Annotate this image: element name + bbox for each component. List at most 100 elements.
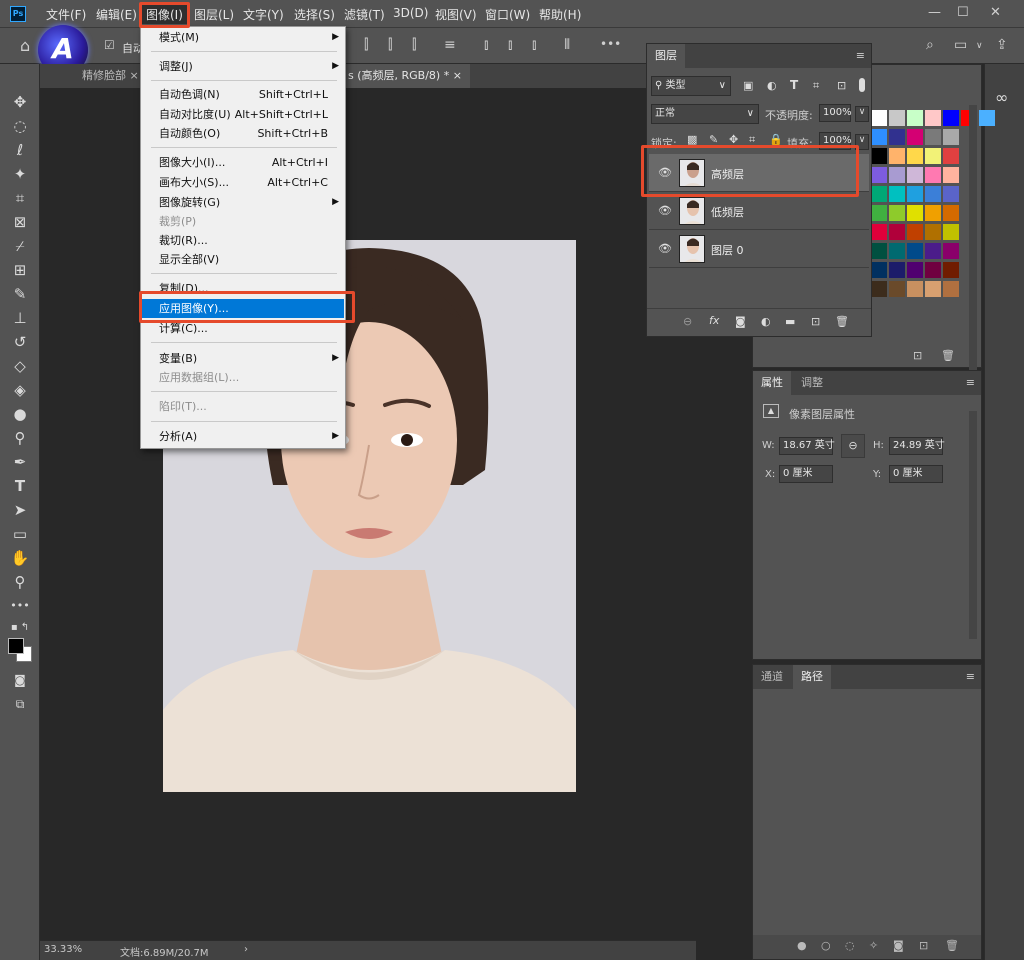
width-field[interactable]: 18.67 英寸 [779, 437, 835, 455]
color-swatch[interactable] [889, 129, 905, 145]
lasso-tool-icon[interactable]: ℓ [8, 140, 32, 160]
menu-item-reveal-all[interactable]: 显示全部(V) [142, 250, 344, 269]
color-swatch[interactable] [907, 281, 923, 297]
height-field[interactable]: 24.89 英寸 [889, 437, 945, 455]
hand-tool-icon[interactable]: ✋ [8, 548, 32, 568]
more-tools-icon[interactable]: ••• [8, 596, 32, 616]
home-icon[interactable]: ⌂ [20, 36, 30, 55]
tab-layers[interactable]: 图层 [647, 44, 685, 68]
color-swatch[interactable] [943, 186, 959, 202]
crop-tool-icon[interactable]: ⌗ [8, 188, 32, 208]
filter-shape-icon[interactable]: ⌗ [813, 79, 819, 93]
type-tool-icon[interactable]: T [8, 476, 32, 496]
eraser-tool-icon[interactable]: ◇ [8, 356, 32, 376]
history-brush-tool-icon[interactable]: ↺ [8, 332, 32, 352]
healing-brush-tool-icon[interactable]: ⊞ [8, 260, 32, 280]
blend-mode-select[interactable]: 正常 ∨ [651, 104, 759, 124]
color-swatch[interactable] [889, 110, 905, 126]
fx-icon[interactable]: fx [709, 314, 719, 327]
pen-tool-icon[interactable]: ✒ [8, 452, 32, 472]
layer-row-layer0[interactable]: 👁 图层 0 [649, 230, 869, 268]
layer-filter-select[interactable]: ⚲ 类型 ∨ [651, 76, 731, 96]
tab-adjustments[interactable]: 调整 [793, 371, 831, 395]
menu-item-image-rotation[interactable]: 图像旋转(G) ▶ [142, 193, 344, 212]
color-swatch[interactable] [925, 186, 941, 202]
color-swatch[interactable] [907, 224, 923, 240]
stamp-tool-icon[interactable]: ⊥ [8, 308, 32, 328]
color-swatch[interactable] [871, 281, 887, 297]
magic-wand-tool-icon[interactable]: ✦ [8, 164, 32, 184]
color-swatch[interactable] [871, 110, 887, 126]
filter-type-icon[interactable]: T [790, 78, 798, 92]
color-swatch[interactable] [871, 148, 887, 164]
menu-edit[interactable]: 编辑(E) [96, 6, 137, 23]
menu-item-variables[interactable]: 变量(B) ▶ [142, 349, 344, 368]
delete-path-icon[interactable]: 🗑 [945, 939, 959, 952]
layer-row-low-freq[interactable]: 👁 低频层 [649, 192, 869, 230]
filter-smart-object-icon[interactable]: ⊡ [837, 79, 846, 92]
path-selection-tool-icon[interactable]: ➤ [8, 500, 32, 520]
blur-tool-icon[interactable]: ● [8, 404, 32, 424]
x-field[interactable]: 0 厘米 [779, 465, 833, 483]
creative-cloud-icon[interactable]: ∞ [995, 88, 1008, 107]
brush-tool-icon[interactable]: ✎ [8, 284, 32, 304]
filter-adjustment-icon[interactable]: ◐ [767, 79, 777, 92]
menu-item-analysis[interactable]: 分析(A) ▶ [142, 427, 344, 446]
color-swatch[interactable] [871, 224, 887, 240]
color-swatch[interactable] [871, 129, 887, 145]
color-swatch[interactable] [925, 224, 941, 240]
color-swatch[interactable] [943, 281, 959, 297]
doc-tab-1[interactable]: 精修脸部 × [74, 64, 147, 88]
checkbox-icon[interactable]: ☑ [104, 38, 115, 52]
move-tool-icon[interactable]: ✥ [8, 92, 32, 112]
color-swatch[interactable] [889, 186, 905, 202]
color-swatch[interactable] [907, 167, 923, 183]
folder-icon[interactable]: ▬ [785, 315, 795, 328]
color-swatch[interactable] [889, 224, 905, 240]
trash-icon[interactable]: 🗑 [835, 315, 849, 328]
menu-item-trim[interactable]: 裁切(R)... [142, 231, 344, 250]
color-swatch[interactable] [871, 205, 887, 221]
align-bottom-icon[interactable]: ⫾ [532, 37, 536, 53]
color-swatch[interactable] [925, 129, 941, 145]
paint-bucket-tool-icon[interactable]: ◈ [8, 380, 32, 400]
frame-tool-icon[interactable]: ⊠ [8, 212, 32, 232]
y-field[interactable]: 0 厘米 [889, 465, 943, 483]
color-swatch[interactable] [943, 243, 959, 259]
fill-path-icon[interactable]: ● [797, 939, 807, 952]
menu-filter[interactable]: 滤镜(T) [344, 6, 385, 23]
mask-icon[interactable]: ◙ [735, 315, 746, 328]
color-swatch[interactable] [943, 262, 959, 278]
zoom-tool-icon[interactable]: ⚲ [8, 572, 32, 592]
dodge-tool-icon[interactable]: ⚲ [8, 428, 32, 448]
menu-layer[interactable]: 图层(L) [194, 6, 234, 23]
new-path-icon[interactable]: ⊡ [919, 939, 928, 952]
menu-item-image-size[interactable]: 图像大小(I)... Alt+Ctrl+I [142, 153, 344, 172]
color-swatch[interactable] [943, 129, 959, 145]
color-swatch[interactable] [889, 243, 905, 259]
align-center-icon[interactable]: ⫿ [388, 37, 392, 53]
color-swatch[interactable] [889, 167, 905, 183]
filter-pixel-icon[interactable]: ▣ [743, 79, 753, 92]
more-icon[interactable]: ••• [600, 37, 621, 51]
menu-window[interactable]: 窗口(W) [485, 6, 530, 23]
marquee-tool-icon[interactable]: ◌ [8, 116, 32, 136]
color-swatch[interactable] [943, 205, 959, 221]
add-mask-icon[interactable]: ◙ [893, 939, 904, 952]
eyedropper-tool-icon[interactable]: ⌿ [8, 236, 32, 256]
color-swatch[interactable] [889, 262, 905, 278]
status-chevron-icon[interactable]: › [244, 944, 248, 955]
color-swatch[interactable] [925, 110, 941, 126]
delete-swatch-icon[interactable]: 🗑 [941, 349, 955, 362]
color-swatch[interactable] [907, 243, 923, 259]
color-swatch[interactable] [925, 167, 941, 183]
link-icon[interactable]: ⊖ [683, 315, 692, 328]
menu-type[interactable]: 文字(Y) [243, 6, 284, 23]
menu-select[interactable]: 选择(S) [294, 6, 335, 23]
color-swatch[interactable] [943, 224, 959, 240]
color-swatch[interactable] [925, 205, 941, 221]
color-swatch[interactable] [943, 148, 959, 164]
doc-tab-2[interactable]: s (高频层, RGB/8) * × [340, 64, 470, 88]
color-swatch[interactable] [925, 148, 941, 164]
close-button[interactable]: ✕ [990, 5, 1001, 20]
